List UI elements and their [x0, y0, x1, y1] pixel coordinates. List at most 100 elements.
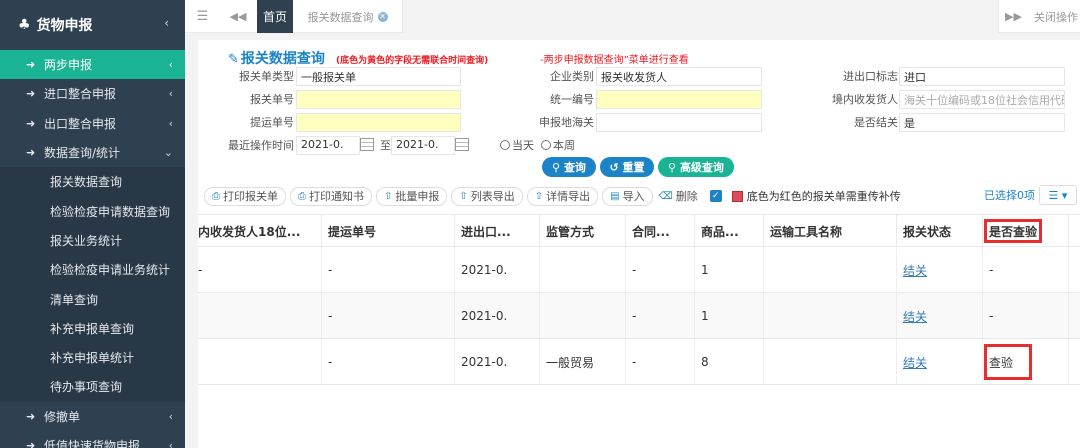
- advanced-query-button[interactable]: ⚲ 高级查询: [658, 157, 734, 177]
- cell: -: [626, 247, 695, 293]
- detail-export-button[interactable]: ⇧ 详情导出: [526, 186, 599, 206]
- delete-button[interactable]: ⌫ 删除: [656, 186, 700, 206]
- sign-in-icon: ➜: [26, 58, 36, 72]
- entry-no-input[interactable]: [296, 90, 461, 109]
- sidebar-item-label: 进口整合申报: [44, 87, 117, 102]
- tab-scroll-right-icon[interactable]: ▶▶: [998, 0, 1028, 33]
- menu-toggle-icon[interactable]: ☰: [185, 0, 220, 33]
- tab-label: 报关数据查询: [307, 10, 374, 24]
- sidebar-item-revoke[interactable]: ➜ 修撤单 ‹: [0, 402, 185, 431]
- search-icon: ⚲: [552, 160, 564, 174]
- red-legend-note: 底色为红色的报关单需重传补传: [746, 190, 901, 203]
- cell: [198, 339, 322, 385]
- col-consignee-18[interactable]: 内收发货人18位...: [198, 215, 322, 248]
- sidebar-item-low-value[interactable]: ➜ 低值快速货物申报 ‹: [0, 431, 185, 448]
- columns-toggle-button[interactable]: ☰ ▾: [1039, 185, 1077, 205]
- chevron-left-icon: ‹: [168, 439, 173, 448]
- highlight-header-box: [984, 219, 1042, 243]
- list-export-button[interactable]: ⇧ 列表导出: [451, 186, 523, 206]
- date-to-input[interactable]: 2021-0.: [391, 136, 455, 155]
- radio-today[interactable]: 当天: [500, 137, 534, 153]
- highlight-cell-box: [984, 344, 1032, 380]
- cell: 2021-0.: [455, 293, 540, 339]
- form-note: (底色为黄色的字段无需联合时间查询): [336, 56, 489, 66]
- close-operations-button[interactable]: 关闭操作: [1034, 0, 1080, 33]
- status-link[interactable]: 结关: [903, 354, 927, 371]
- sidebar-item-two-step[interactable]: ➜ 两步申报 ‹: [0, 50, 185, 80]
- button-label: 打印通知书: [309, 190, 364, 203]
- checkbox-checked-icon[interactable]: ✓: [709, 190, 722, 202]
- table-row[interactable]: - 2021-0. 一般贸易 - 8 结关 查验: [198, 339, 1080, 385]
- unified-no-input[interactable]: [596, 90, 762, 109]
- sidebar-subitem[interactable]: 清单查询: [0, 284, 185, 314]
- entry-type-select[interactable]: 一般报关单: [296, 67, 461, 86]
- status-link[interactable]: 结关: [903, 308, 927, 325]
- chevron-left-icon: ‹: [168, 409, 173, 423]
- col-bill-no[interactable]: 提运单号: [322, 215, 455, 248]
- tab-entry-query[interactable]: 报关数据查询 ✕: [293, 0, 403, 33]
- cell: 1: [695, 293, 764, 339]
- cell: 2021-0.: [455, 247, 540, 293]
- button-label: 打印报关单: [223, 190, 278, 203]
- tab-home[interactable]: 首页: [257, 0, 293, 33]
- trash-icon: ⌫: [658, 190, 673, 202]
- cell: [540, 293, 626, 339]
- calendar-icon[interactable]: [360, 138, 374, 151]
- chevron-left-icon[interactable]: ‹: [164, 16, 169, 30]
- table-row[interactable]: - - 2021-0. - 1 结关 -: [198, 247, 1080, 293]
- print-notice-button[interactable]: ⎙ 打印通知书: [290, 186, 372, 206]
- page-title: ✎ 报关数据查询: [228, 48, 325, 68]
- radio-this-week[interactable]: 本周: [541, 137, 575, 153]
- unified-no-label: 统一编号: [550, 93, 594, 106]
- batch-declare-button[interactable]: ⇧ 批量申报: [376, 186, 448, 206]
- sidebar-subitem[interactable]: 补充申报单查询: [0, 313, 185, 343]
- chevron-left-icon: ‹: [168, 116, 173, 130]
- print-entry-button[interactable]: ⎙ 打印报关单: [204, 186, 286, 206]
- col-goods[interactable]: 商品...: [695, 215, 764, 248]
- ie-flag-select[interactable]: 进口: [899, 67, 1065, 86]
- sidebar-item-import[interactable]: ➜ 进口整合申报 ‹: [0, 79, 185, 108]
- button-label: 删除: [675, 190, 698, 203]
- sidebar-subitem[interactable]: 报关业务统计: [0, 225, 185, 256]
- button-label: 查询: [563, 161, 586, 174]
- calendar-icon[interactable]: [455, 138, 469, 151]
- upload-icon: ⇧: [459, 190, 468, 202]
- query-button[interactable]: ⚲ 查询: [542, 157, 596, 177]
- red-legend-swatch: [731, 190, 743, 202]
- refresh-icon: ↺: [609, 160, 623, 174]
- bill-no-input[interactable]: [296, 113, 461, 132]
- sidebar-subitem[interactable]: 报关数据查询: [0, 167, 185, 197]
- button-label: 列表导出: [470, 190, 515, 203]
- consignee-input[interactable]: 海关十位编码或18位社会信用代码: [899, 90, 1065, 109]
- col-entry-status[interactable]: 报关状态: [897, 215, 983, 248]
- sidebar-subitem[interactable]: 检验检疫申请数据查询: [0, 196, 185, 226]
- col-ie-date[interactable]: 进出口...: [455, 215, 540, 248]
- selection-count: 已选择0项: [984, 189, 1035, 202]
- status-link[interactable]: 结关: [903, 262, 927, 279]
- reset-button[interactable]: ↺ 重置: [600, 157, 654, 177]
- sidebar-item-query[interactable]: ➜ 数据查询/统计 ⌄: [0, 138, 185, 167]
- file-icon: ▤: [610, 190, 620, 202]
- cell: -: [626, 293, 695, 339]
- sidebar-subitem[interactable]: 补充申报单统计: [0, 342, 185, 373]
- close-icon[interactable]: ✕: [377, 11, 388, 22]
- tab-scroll-left-icon[interactable]: ◀◀: [223, 0, 253, 33]
- sidebar-subitem[interactable]: 检验检疫申请业务统计: [0, 255, 185, 285]
- date-from-input[interactable]: 2021-0.: [296, 136, 360, 155]
- sidebar-header[interactable]: ♣ 货物申报 ‹: [0, 0, 185, 50]
- col-contract[interactable]: 合同...: [626, 215, 695, 248]
- cell: -: [322, 247, 455, 293]
- cell: -: [626, 339, 695, 385]
- consignee-label: 境内收发货人: [832, 93, 898, 106]
- sidebar-header-label: 货物申报: [36, 18, 93, 34]
- is-closed-select[interactable]: 是: [899, 113, 1065, 132]
- col-transport[interactable]: 运输工具名称: [764, 215, 897, 248]
- col-trade-mode[interactable]: 监管方式: [540, 215, 626, 248]
- sidebar-item-export[interactable]: ➜ 出口整合申报 ‹: [0, 109, 185, 138]
- customs-select[interactable]: [596, 113, 762, 132]
- import-button[interactable]: ▤ 导入: [602, 186, 653, 206]
- table-row[interactable]: - 2021-0. - 1 结关 -: [198, 293, 1080, 339]
- company-type-select[interactable]: 报关收发货人: [596, 67, 762, 86]
- cell: -: [322, 339, 455, 385]
- sidebar-subitem[interactable]: 待办事项查询: [0, 372, 185, 402]
